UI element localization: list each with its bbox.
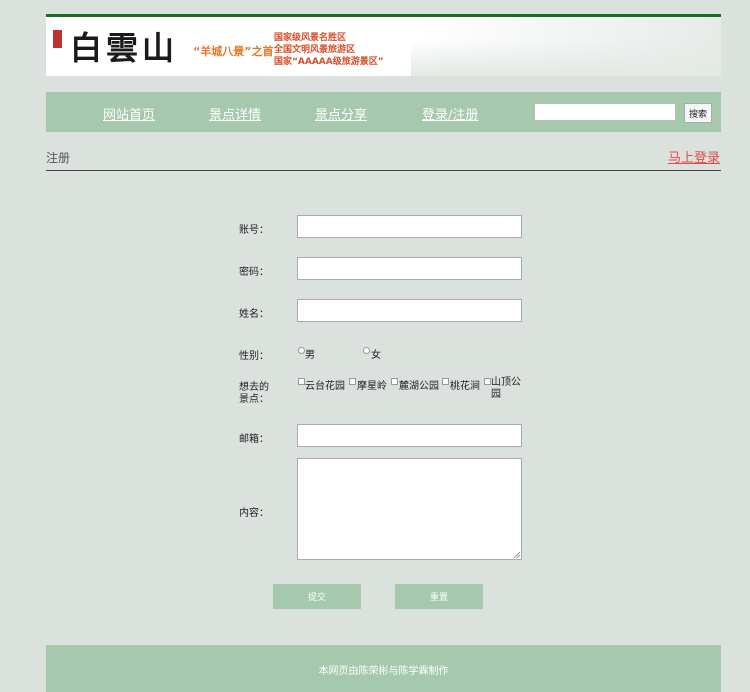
password-label: 密码：	[239, 267, 269, 278]
nav-spot-share[interactable]: 景点分享	[315, 104, 367, 123]
spot-option-label: 云台花园	[305, 381, 345, 392]
honor-line: 国家级风景名胜区	[274, 33, 347, 43]
content-textarea[interactable]	[297, 458, 522, 560]
resize-grip-icon[interactable]	[514, 552, 520, 558]
honor-line: 全国文明风景旅游区	[274, 45, 356, 55]
search-input[interactable]	[534, 103, 676, 121]
spot-checkbox[interactable]	[298, 378, 305, 385]
footer-credit: 本网页由陈荣彬与陈学霖制作	[318, 666, 449, 677]
red-seal-icon	[53, 30, 62, 48]
brand-logo: 白雲山	[70, 29, 179, 67]
spot-option-label: 麓湖公园	[399, 381, 439, 392]
main-nav: 网站首页 景点详情 景点分享 登录/注册 搜索	[46, 92, 721, 132]
nav-home[interactable]: 网站首页	[103, 104, 155, 123]
spots-label: 想去的景点：	[239, 382, 269, 405]
gender-female-radio[interactable]	[363, 347, 370, 354]
nav-spot-details[interactable]: 景点详情	[209, 104, 261, 123]
spot-option-label: 摩星岭	[357, 381, 387, 392]
account-input[interactable]	[297, 215, 522, 238]
mountain-scenery	[411, 40, 721, 76]
account-label: 账号：	[239, 225, 269, 236]
spot-option-label: 山顶公园	[491, 377, 521, 400]
search-button[interactable]: 搜索	[684, 103, 712, 123]
login-link[interactable]: 马上登录	[668, 147, 720, 166]
gender-option-label: 女	[371, 350, 381, 361]
honor-line: 国家“AAAAA级旅游景区”	[274, 57, 384, 67]
reset-button[interactable]: 重置	[395, 584, 483, 609]
banner-slogan: “羊城八景”之首	[193, 45, 274, 58]
spot-option-label: 桃花涧	[450, 381, 480, 392]
spot-checkbox[interactable]	[442, 378, 449, 385]
name-input[interactable]	[297, 299, 522, 322]
submit-button[interactable]: 提交	[273, 584, 361, 609]
gender-option-label: 男	[305, 350, 315, 361]
name-label: 姓名：	[239, 309, 269, 320]
content-label: 内容：	[239, 508, 269, 519]
gender-label: 性别：	[239, 351, 269, 362]
footer: 本网页由陈荣彬与陈学霖制作	[46, 645, 721, 692]
banner-honors: 国家级风景名胜区 全国文明风景旅游区 国家“AAAAA级旅游景区”	[274, 32, 384, 68]
site-banner: 白雲山 “羊城八景”之首 国家级风景名胜区 全国文明风景旅游区 国家“AAAAA…	[46, 14, 721, 76]
spot-checkbox[interactable]	[484, 378, 491, 385]
spot-checkbox[interactable]	[349, 378, 356, 385]
password-input[interactable]	[297, 257, 522, 280]
divider	[46, 170, 721, 171]
spot-checkbox[interactable]	[391, 378, 398, 385]
nav-login-register[interactable]: 登录/注册	[422, 104, 478, 123]
gender-male-radio[interactable]	[298, 347, 305, 354]
page-title: 注册	[46, 151, 71, 165]
email-input[interactable]	[297, 424, 522, 447]
email-label: 邮箱：	[239, 434, 269, 445]
